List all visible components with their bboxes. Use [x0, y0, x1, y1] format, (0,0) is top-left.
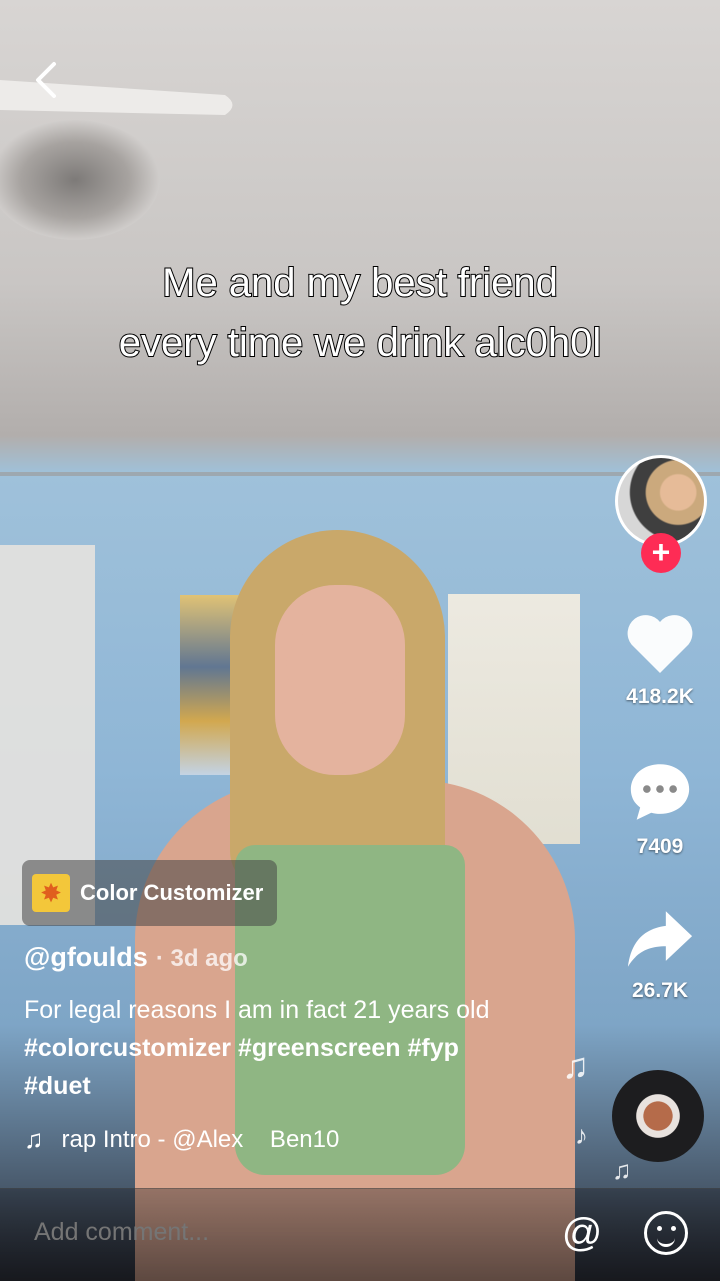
sparkle-icon: ✸ [32, 874, 70, 912]
video-meta: @gfoulds · 3d ago For legal reasons I am… [24, 942, 584, 1105]
video-screen[interactable]: Me and my best friend every time we drin… [0, 0, 720, 1281]
caption-line-2: every time we drink alc0h0l [118, 320, 602, 366]
music-note-icon: ♫ [612, 1155, 632, 1185]
hashtag[interactable]: #greenscreen [238, 1034, 401, 1062]
effect-label: Color Customizer [80, 880, 264, 905]
music-disc[interactable] [612, 1070, 704, 1162]
description-text: For legal reasons I am in fact 21 years … [24, 996, 490, 1024]
author-row: @gfoulds · 3d ago [24, 942, 584, 973]
hashtag[interactable]: #fyp [408, 1034, 459, 1062]
comment-icon [630, 764, 690, 820]
share-button[interactable]: 26.7K [605, 908, 715, 1003]
music-title: rap Intro - @Alex Ben10 [61, 1125, 340, 1153]
emoji-icon[interactable] [644, 1211, 688, 1255]
music-note-icon: ♪ [575, 1120, 588, 1150]
video-description: For legal reasons I am in fact 21 years … [24, 991, 584, 1105]
author-username[interactable]: @gfoulds [24, 942, 148, 973]
comment-button[interactable]: 7409 [605, 758, 715, 859]
post-time: · 3d ago [155, 945, 248, 972]
follow-plus-icon[interactable]: + [641, 533, 681, 573]
effect-tag[interactable]: ✸ Color Customizer [22, 860, 278, 926]
comment-input[interactable] [32, 1217, 536, 1248]
share-count: 26.7K [631, 979, 689, 1002]
music-row[interactable]: ♫ rap Intro - @Alex Ben10 [24, 1124, 339, 1155]
music-note-icon: ♫ [24, 1124, 44, 1154]
caption-line-1: Me and my best friend [161, 260, 559, 306]
hashtag[interactable]: #colorcustomizer [24, 1034, 231, 1062]
like-button[interactable]: 418.2K [605, 610, 715, 709]
video-caption: Me and my best friend every time we drin… [0, 253, 720, 373]
like-count: 418.2K [626, 685, 694, 708]
back-icon[interactable] [30, 60, 64, 100]
ceiling-vent [0, 120, 160, 240]
comment-count: 7409 [636, 835, 684, 858]
share-icon [627, 911, 693, 967]
at-icon[interactable]: @ [560, 1211, 604, 1255]
heart-icon [627, 615, 693, 673]
comment-bar: @ [0, 1188, 720, 1281]
ceiling-edge [0, 472, 720, 476]
hashtag[interactable]: #duet [24, 1072, 91, 1100]
